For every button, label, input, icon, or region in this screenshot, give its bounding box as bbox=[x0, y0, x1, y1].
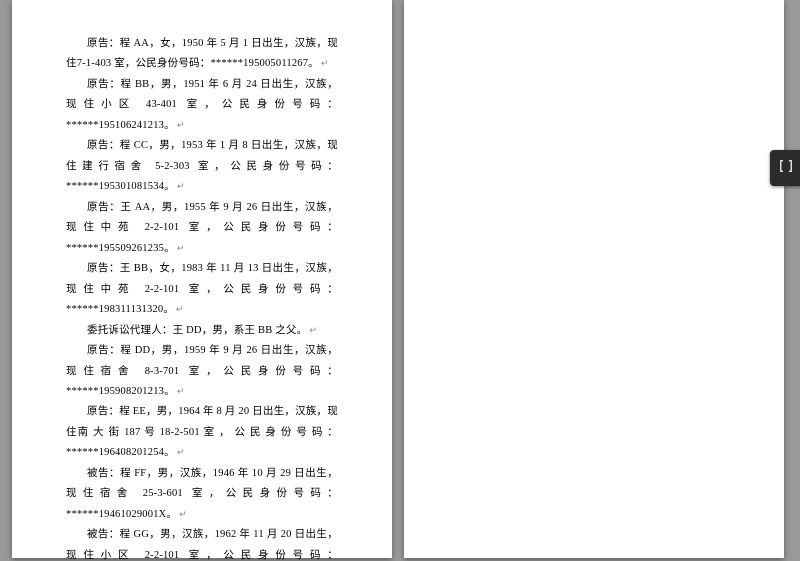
side-tool-tab[interactable] bbox=[770, 150, 800, 186]
paragraph: 原告：程 EE，男，1964 年 8 月 20 日出生，汉族，现住南 大 街 1… bbox=[66, 402, 338, 463]
paragraph-mark: ↵ bbox=[177, 386, 185, 396]
paragraph: 原告：程 BB，男，1951 年 6 月 24 日出生，汉族，现住小区 43-4… bbox=[66, 75, 338, 136]
paragraph-mark: ↵ bbox=[179, 509, 187, 519]
paragraph-text: 原告：程 BB，男，1951 年 6 月 24 日出生，汉族，现住小区 43-4… bbox=[66, 79, 338, 131]
paragraph-text: 委托诉讼代理人：王 DD，男，系王 BB 之父。 bbox=[87, 325, 307, 336]
page-2 bbox=[404, 0, 784, 558]
paragraph: 原告：程 CC，男，1953 年 1 月 8 日出生，汉族，现住建行宿舍 5-2… bbox=[66, 136, 338, 197]
document-workspace: 原告：程 AA，女，1950 年 5 月 1 日出生，汉族，现住7-1-403 … bbox=[0, 0, 800, 561]
paragraph-mark: ↵ bbox=[177, 243, 185, 253]
paragraph-mark: ↵ bbox=[177, 181, 185, 191]
paragraph-text: 原告：程 EE，男，1964 年 8 月 20 日出生，汉族，现住南 大 街 1… bbox=[66, 406, 338, 458]
brackets-icon bbox=[777, 157, 795, 180]
paragraph-text: 原告：程 CC，男，1953 年 1 月 8 日出生，汉族，现住建行宿舍 5-2… bbox=[66, 140, 338, 192]
page-1-content: 原告：程 AA，女，1950 年 5 月 1 日出生，汉族，现住7-1-403 … bbox=[12, 0, 392, 561]
paragraph-mark: ↵ bbox=[309, 325, 317, 335]
page-2-content bbox=[404, 0, 784, 64]
paragraph: 原告：王 BB，女，1983 年 11 月 13 日出生，汉族，现住中苑 2-2… bbox=[66, 259, 338, 320]
paragraph-text: 原告：程 AA，女，1950 年 5 月 1 日出生，汉族，现住7-1-403 … bbox=[66, 38, 338, 69]
paragraph-mark: ↵ bbox=[321, 58, 329, 68]
paragraph-text: 原告：程 DD，男，1959 年 9 月 26 日出生，汉族，现住宿舍 8-3-… bbox=[66, 345, 338, 397]
paragraph-text: 原告：王 AA，男，1955 年 9 月 26 日出生，汉族，现住中苑 2-2-… bbox=[66, 202, 338, 254]
paragraph-text: 原告：王 BB，女，1983 年 11 月 13 日出生，汉族，现住中苑 2-2… bbox=[66, 263, 338, 315]
paragraph-text: 被告：程 FF，男，汉族，1946 年 10 月 29 日出生，现住宿舍 25-… bbox=[66, 468, 338, 520]
paragraph-mark: ↵ bbox=[176, 304, 184, 314]
page-1: 原告：程 AA，女，1950 年 5 月 1 日出生，汉族，现住7-1-403 … bbox=[12, 0, 392, 558]
paragraph: 原告：王 AA，男，1955 年 9 月 26 日出生，汉族，现住中苑 2-2-… bbox=[66, 198, 338, 259]
paragraph: 原告：程 AA，女，1950 年 5 月 1 日出生，汉族，现住7-1-403 … bbox=[66, 34, 338, 75]
paragraph-mark: ↵ bbox=[177, 120, 185, 130]
paragraph: 委托诉讼代理人：王 DD，男，系王 BB 之父。↵ bbox=[66, 321, 338, 341]
paragraph: 原告：程 DD，男，1959 年 9 月 26 日出生，汉族，现住宿舍 8-3-… bbox=[66, 341, 338, 402]
paragraph: 被告：程 FF，男，汉族，1946 年 10 月 29 日出生，现住宿舍 25-… bbox=[66, 464, 338, 525]
paragraph-text: 被告：程 GG，男，汉族，1962 年 11 月 20 日出生，现住小区 2-2… bbox=[66, 529, 338, 561]
paragraph: 被告：程 GG，男，汉族，1962 年 11 月 20 日出生，现住小区 2-2… bbox=[66, 525, 338, 561]
paragraph-mark: ↵ bbox=[177, 447, 185, 457]
